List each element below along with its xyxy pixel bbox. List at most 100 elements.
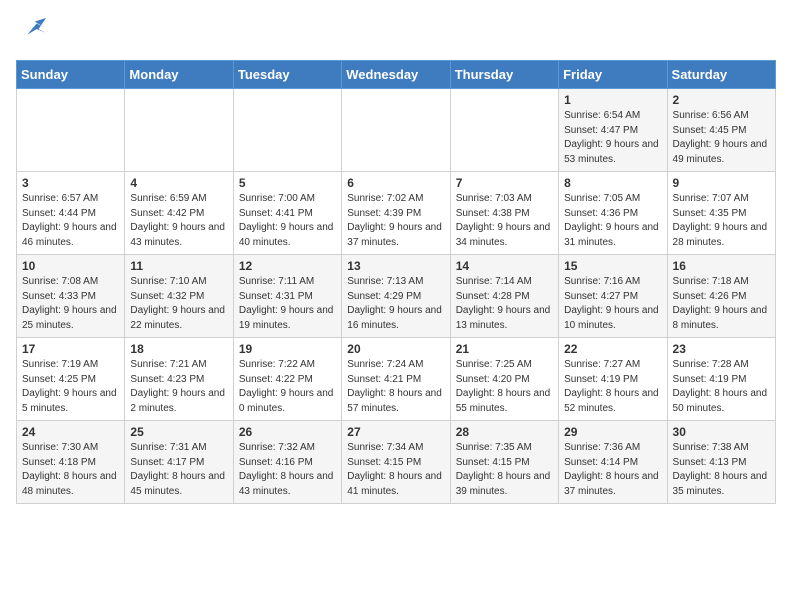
day-info: Sunrise: 7:25 AM Sunset: 4:20 PM Dayligh… [456, 358, 553, 416]
day-number: 13 [347, 259, 444, 273]
logo [16, 16, 46, 50]
calendar-cell: 26 Sunrise: 7:32 AM Sunset: 4:16 PM Dayli… [233, 421, 341, 504]
day-info: Sunrise: 7:38 AM Sunset: 4:13 PM Dayligh… [673, 441, 770, 499]
day-number: 22 [564, 342, 661, 356]
day-info: Sunrise: 7:31 AM Sunset: 4:17 PM Dayligh… [130, 441, 227, 499]
calendar-cell: 22 Sunrise: 7:27 AM Sunset: 4:19 PM Dayli… [559, 338, 667, 421]
day-number: 26 [239, 425, 336, 439]
calendar-cell [17, 89, 125, 172]
day-number: 1 [564, 93, 661, 107]
day-info: Sunrise: 7:36 AM Sunset: 4:14 PM Dayligh… [564, 441, 661, 499]
calendar-cell: 7 Sunrise: 7:03 AM Sunset: 4:38 PM Daylig… [450, 172, 558, 255]
day-number: 3 [22, 176, 119, 190]
calendar-cell [233, 89, 341, 172]
calendar-table: SundayMondayTuesdayWednesdayThursdayFrid… [16, 60, 776, 504]
day-info: Sunrise: 7:32 AM Sunset: 4:16 PM Dayligh… [239, 441, 336, 499]
day-info: Sunrise: 6:56 AM Sunset: 4:45 PM Dayligh… [673, 109, 770, 167]
day-number: 7 [456, 176, 553, 190]
day-info: Sunrise: 7:02 AM Sunset: 4:39 PM Dayligh… [347, 192, 444, 250]
day-number: 8 [564, 176, 661, 190]
weekday-header: Wednesday [342, 61, 450, 89]
day-info: Sunrise: 7:00 AM Sunset: 4:41 PM Dayligh… [239, 192, 336, 250]
calendar-cell: 1 Sunrise: 6:54 AM Sunset: 4:47 PM Daylig… [559, 89, 667, 172]
calendar-cell: 17 Sunrise: 7:19 AM Sunset: 4:25 PM Dayli… [17, 338, 125, 421]
day-number: 25 [130, 425, 227, 439]
calendar-cell: 30 Sunrise: 7:38 AM Sunset: 4:13 PM Dayli… [667, 421, 775, 504]
day-number: 24 [22, 425, 119, 439]
day-info: Sunrise: 6:54 AM Sunset: 4:47 PM Dayligh… [564, 109, 661, 167]
day-info: Sunrise: 7:08 AM Sunset: 4:33 PM Dayligh… [22, 275, 119, 333]
day-info: Sunrise: 7:11 AM Sunset: 4:31 PM Dayligh… [239, 275, 336, 333]
logo-bird-icon [18, 16, 46, 44]
header [16, 16, 776, 50]
day-number: 30 [673, 425, 770, 439]
calendar-cell: 23 Sunrise: 7:28 AM Sunset: 4:19 PM Dayli… [667, 338, 775, 421]
calendar-cell: 24 Sunrise: 7:30 AM Sunset: 4:18 PM Dayli… [17, 421, 125, 504]
calendar-cell: 4 Sunrise: 6:59 AM Sunset: 4:42 PM Daylig… [125, 172, 233, 255]
day-info: Sunrise: 7:13 AM Sunset: 4:29 PM Dayligh… [347, 275, 444, 333]
calendar-cell: 19 Sunrise: 7:22 AM Sunset: 4:22 PM Dayli… [233, 338, 341, 421]
day-info: Sunrise: 7:16 AM Sunset: 4:27 PM Dayligh… [564, 275, 661, 333]
day-number: 9 [673, 176, 770, 190]
day-info: Sunrise: 7:03 AM Sunset: 4:38 PM Dayligh… [456, 192, 553, 250]
day-number: 27 [347, 425, 444, 439]
calendar-cell [450, 89, 558, 172]
calendar-cell: 21 Sunrise: 7:25 AM Sunset: 4:20 PM Dayli… [450, 338, 558, 421]
day-number: 10 [22, 259, 119, 273]
day-number: 14 [456, 259, 553, 273]
day-info: Sunrise: 7:28 AM Sunset: 4:19 PM Dayligh… [673, 358, 770, 416]
day-info: Sunrise: 7:14 AM Sunset: 4:28 PM Dayligh… [456, 275, 553, 333]
calendar-cell: 5 Sunrise: 7:00 AM Sunset: 4:41 PM Daylig… [233, 172, 341, 255]
day-number: 19 [239, 342, 336, 356]
weekday-header: Monday [125, 61, 233, 89]
day-number: 21 [456, 342, 553, 356]
day-info: Sunrise: 7:34 AM Sunset: 4:15 PM Dayligh… [347, 441, 444, 499]
calendar-cell: 10 Sunrise: 7:08 AM Sunset: 4:33 PM Dayli… [17, 255, 125, 338]
calendar-cell: 18 Sunrise: 7:21 AM Sunset: 4:23 PM Dayli… [125, 338, 233, 421]
calendar-cell: 20Sunrise: 7:24 AM Sunset: 4:21 PM Dayli… [342, 338, 450, 421]
day-number: 28 [456, 425, 553, 439]
day-number: 4 [130, 176, 227, 190]
calendar-cell: 16 Sunrise: 7:18 AM Sunset: 4:26 PM Dayli… [667, 255, 775, 338]
day-number: 23 [673, 342, 770, 356]
day-number: 17 [22, 342, 119, 356]
calendar-cell: 6 Sunrise: 7:02 AM Sunset: 4:39 PM Daylig… [342, 172, 450, 255]
calendar-cell: 13 Sunrise: 7:13 AM Sunset: 4:29 PM Dayli… [342, 255, 450, 338]
calendar-cell: 15 Sunrise: 7:16 AM Sunset: 4:27 PM Dayli… [559, 255, 667, 338]
calendar-cell: 2 Sunrise: 6:56 AM Sunset: 4:45 PM Daylig… [667, 89, 775, 172]
weekday-header: Saturday [667, 61, 775, 89]
day-info: Sunrise: 7:35 AM Sunset: 4:15 PM Dayligh… [456, 441, 553, 499]
day-info: Sunrise: 7:30 AM Sunset: 4:18 PM Dayligh… [22, 441, 119, 499]
calendar-cell: 11 Sunrise: 7:10 AM Sunset: 4:32 PM Dayli… [125, 255, 233, 338]
day-number: 2 [673, 93, 770, 107]
calendar-cell: 14 Sunrise: 7:14 AM Sunset: 4:28 PM Dayli… [450, 255, 558, 338]
day-info: Sunrise: 7:10 AM Sunset: 4:32 PM Dayligh… [130, 275, 227, 333]
day-info: Sunrise: 6:57 AM Sunset: 4:44 PM Dayligh… [22, 192, 119, 250]
calendar-cell [125, 89, 233, 172]
day-info: Sunrise: 6:59 AM Sunset: 4:42 PM Dayligh… [130, 192, 227, 250]
day-number: 20 [347, 342, 444, 356]
day-info: Sunrise: 7:27 AM Sunset: 4:19 PM Dayligh… [564, 358, 661, 416]
calendar-cell: 27 Sunrise: 7:34 AM Sunset: 4:15 PM Dayli… [342, 421, 450, 504]
day-number: 11 [130, 259, 227, 273]
calendar-cell: 8 Sunrise: 7:05 AM Sunset: 4:36 PM Daylig… [559, 172, 667, 255]
day-number: 15 [564, 259, 661, 273]
day-number: 12 [239, 259, 336, 273]
day-info: Sunrise: 7:19 AM Sunset: 4:25 PM Dayligh… [22, 358, 119, 416]
weekday-header: Tuesday [233, 61, 341, 89]
calendar-cell: 25 Sunrise: 7:31 AM Sunset: 4:17 PM Dayli… [125, 421, 233, 504]
day-number: 16 [673, 259, 770, 273]
calendar-cell: 12 Sunrise: 7:11 AM Sunset: 4:31 PM Dayli… [233, 255, 341, 338]
day-info: Sunrise: 7:18 AM Sunset: 4:26 PM Dayligh… [673, 275, 770, 333]
calendar-cell: 28 Sunrise: 7:35 AM Sunset: 4:15 PM Dayli… [450, 421, 558, 504]
day-info: Sunrise: 7:21 AM Sunset: 4:23 PM Dayligh… [130, 358, 227, 416]
day-number: 6 [347, 176, 444, 190]
day-info: Sunrise: 7:05 AM Sunset: 4:36 PM Dayligh… [564, 192, 661, 250]
calendar-cell [342, 89, 450, 172]
day-info: Sunrise: 7:07 AM Sunset: 4:35 PM Dayligh… [673, 192, 770, 250]
calendar-cell: 29 Sunrise: 7:36 AM Sunset: 4:14 PM Dayli… [559, 421, 667, 504]
day-number: 18 [130, 342, 227, 356]
day-number: 29 [564, 425, 661, 439]
day-number: 5 [239, 176, 336, 190]
day-info: Sunrise: 7:22 AM Sunset: 4:22 PM Dayligh… [239, 358, 336, 416]
